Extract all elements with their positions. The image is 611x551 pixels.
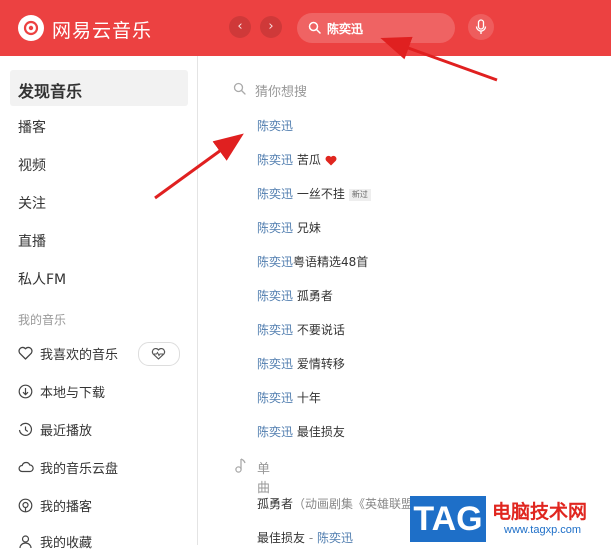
watermark-url: www.tagxp.com [504, 524, 582, 536]
suggestion-text: 爱情转移 [293, 357, 345, 371]
suggestion-highlight: 陈奕迅 [257, 153, 294, 167]
watermark-tag-logo: TAG [410, 496, 486, 542]
suggestion-text: 不要说话 [293, 323, 345, 337]
app-brand[interactable]: 网易云音乐 [52, 16, 152, 43]
suggestion-item[interactable]: 陈奕迅 孤勇者 [257, 287, 333, 305]
sidebar-item-personal-fm[interactable]: 私人FM [18, 269, 66, 289]
suggestion-item[interactable]: 陈奕迅 [257, 117, 293, 135]
music-note-icon [235, 458, 246, 473]
cloud-icon [18, 461, 34, 473]
sidebar-item-label: 我的收藏 [40, 536, 93, 551]
podcast-icon [18, 498, 33, 513]
search-box[interactable] [297, 13, 455, 43]
search-input[interactable] [327, 19, 447, 37]
search-icon [308, 21, 321, 34]
suggestion-item[interactable]: 陈奕迅 不要说话 [257, 321, 345, 339]
heartbeat-icon [151, 348, 166, 360]
sidebar-item-podcast[interactable]: 播客 [18, 117, 46, 137]
suggestion-item[interactable]: 陈奕迅 兄妹 [257, 219, 321, 237]
sidebar-item-label: 最近播放 [40, 424, 93, 439]
song-result[interactable]: 孤勇者（动画剧集《英雄联盟 [257, 495, 413, 513]
suggestion-text: 苦瓜 [293, 153, 321, 167]
sidebar-section-my-music: 我的音乐 [18, 313, 67, 327]
song-artist: 陈奕迅 [316, 531, 353, 545]
forward-button[interactable]: › [260, 16, 282, 38]
voice-search-button[interactable] [468, 14, 494, 40]
back-button[interactable]: ‹ [229, 16, 251, 38]
suggestion-highlight: 陈奕迅 [257, 289, 294, 303]
top-bar: 网易云音乐 ‹ › [0, 0, 611, 56]
song-extra: - [305, 531, 317, 545]
red-heart-icon [325, 155, 337, 166]
song-title: 孤勇者 [257, 497, 294, 511]
suggestion-highlight: 陈奕迅 [257, 187, 294, 201]
sidebar-item-label: 发现音乐 [18, 82, 83, 101]
guess-label: 猜你想搜 [255, 85, 308, 100]
suggestion-badge: 新过 [348, 189, 371, 201]
suggestion-highlight: 陈奕迅 [257, 119, 294, 133]
suggestion-item[interactable]: 陈奕迅粤语精选48首 [257, 253, 368, 271]
song-extra: （动画剧集《英雄联盟 [293, 497, 414, 511]
sidebar-item-label: 本地与下载 [40, 386, 106, 401]
suggestion-highlight: 陈奕迅 [257, 357, 294, 371]
suggestion-highlight: 陈奕迅 [257, 391, 294, 405]
suggestion-item[interactable]: 陈奕迅 爱情转移 [257, 355, 345, 373]
netease-logo-icon[interactable] [18, 15, 44, 41]
suggestion-highlight: 陈奕迅 [257, 323, 294, 337]
sidebar: 发现音乐 播客 视频 关注 直播 私人FM 我的音乐 我喜欢的音乐 本地与下载 … [0, 56, 198, 551]
search-suggestion-panel: 猜你想搜 陈奕迅 陈奕迅 苦瓜 陈奕迅 一丝不挂 新过 陈奕迅 兄妹 陈奕迅粤语精… [217, 64, 611, 545]
songs-label: 单曲 [257, 462, 271, 496]
suggestion-item[interactable]: 陈奕迅 苦瓜 [257, 151, 337, 169]
sidebar-item-video[interactable]: 视频 [18, 155, 46, 175]
sidebar-item-discover[interactable]: 发现音乐 [10, 70, 188, 106]
sidebar-item-follow[interactable]: 关注 [18, 193, 46, 213]
search-icon [233, 82, 246, 95]
suggestion-highlight: 陈奕迅 [257, 221, 294, 235]
suggestion-item[interactable]: 陈奕迅 最佳损友 [257, 423, 345, 441]
suggestion-text: 最佳损友 [293, 425, 345, 439]
sidebar-item-live[interactable]: 直播 [18, 231, 46, 251]
suggestion-text: 兄妹 [293, 221, 321, 235]
suggestion-item[interactable]: 陈奕迅 十年 [257, 389, 321, 407]
download-icon [18, 384, 33, 399]
user-icon [19, 535, 32, 549]
microphone-icon [475, 19, 487, 34]
watermark-title: 电脑技术网 [492, 501, 588, 523]
suggestion-text: 一丝不挂 [293, 187, 345, 201]
song-title: 最佳损友 [257, 531, 306, 545]
suggestion-text: 粤语精选48首 [293, 255, 369, 269]
heartbeat-mode-button[interactable] [138, 342, 180, 366]
sidebar-item-label: 我喜欢的音乐 [40, 348, 119, 363]
suggestion-highlight: 陈奕迅 [257, 425, 294, 439]
sidebar-item-label: 我的播客 [40, 500, 93, 515]
suggestion-highlight: 陈奕迅 [257, 255, 294, 269]
heart-icon [18, 346, 33, 360]
suggestion-text: 孤勇者 [293, 289, 333, 303]
history-icon [18, 422, 33, 436]
suggestion-item[interactable]: 陈奕迅 一丝不挂 新过 [257, 185, 371, 203]
sidebar-item-label: 我的音乐云盘 [40, 462, 119, 477]
suggestion-text: 十年 [293, 391, 321, 405]
song-result[interactable]: 最佳损友 - 陈奕迅 [257, 529, 353, 547]
